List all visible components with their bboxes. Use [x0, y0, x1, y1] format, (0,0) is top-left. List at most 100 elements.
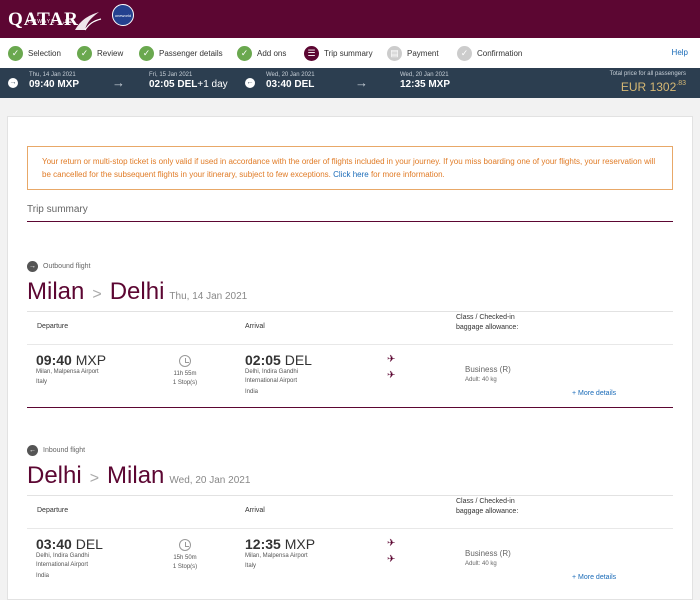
step-label: Review — [97, 48, 124, 58]
col-class-baggage: Class / Checked-in baggage allowance: — [456, 498, 519, 515]
trip-summary-panel: Your return or multi-stop ticket is only… — [7, 116, 693, 600]
step-confirmation: ✓ Confirmation — [457, 38, 522, 68]
outbound-title: Outbound flight — [43, 263, 91, 270]
strip-segment-1: Thu, 14 Jan 2021 09:40 MXP — [29, 72, 79, 90]
airport-code: DEL — [75, 536, 103, 552]
outbound-route: Milan > Delhi Thu, 14 Jan 2021 — [27, 278, 673, 306]
strip-date: Thu, 14 Jan 2021 — [29, 72, 76, 78]
oneworld-logo: oneworld — [112, 4, 134, 26]
step-trip-summary[interactable]: ☰ Trip summary — [304, 38, 373, 68]
baggage-allowance: Adult: 40 kg — [465, 377, 497, 383]
departure-time: 03:40 DEL — [36, 536, 103, 552]
flight-summary-strip: → Thu, 14 Jan 2021 09:40 MXP → Fri, 15 J… — [0, 68, 700, 98]
ticket-notice: Your return or multi-stop ticket is only… — [27, 146, 673, 190]
departure-arrow-icon: → — [8, 78, 18, 88]
route-origin: Delhi — [27, 462, 82, 489]
flight-duration: 11h 55m — [173, 371, 197, 377]
airport-code: MXP — [284, 536, 316, 552]
airport-code: MXP — [75, 352, 107, 368]
clock-icon — [179, 355, 191, 367]
col-arrival: Arrival — [245, 507, 265, 514]
step-label: Passenger details — [159, 48, 223, 58]
more-details-link[interactable]: + More details — [572, 574, 616, 581]
route-destination: Delhi — [109, 278, 165, 305]
arrow-right-icon: → — [112, 75, 125, 90]
step-add-ons[interactable]: ✓ Add ons — [237, 38, 286, 68]
inbound-flight-table: Departure Arrival Class / Checked-in bag… — [27, 495, 673, 581]
currency: EUR — [620, 80, 647, 94]
route-date: Thu, 14 Jan 2021 — [169, 291, 248, 302]
step-label: Payment — [407, 48, 439, 58]
price-amount: 1302 — [649, 80, 677, 94]
step-label: Trip summary — [324, 48, 373, 58]
outbound-arrow-icon: → — [27, 261, 38, 272]
arrival-time: 02:05 DEL — [245, 352, 312, 368]
strip-time: 02:05 DEL+1 day — [149, 79, 228, 90]
trip-summary-heading: Trip summary — [27, 204, 673, 222]
strip-time: 12:35 MXP — [400, 79, 451, 90]
check-icon: ✓ — [237, 45, 252, 61]
baggage-allowance: Adult: 40 kg — [465, 561, 497, 567]
route-date: Wed, 20 Jan 2021 — [169, 475, 251, 486]
booking-progress-steps: ✓ Selection ✓ Review ✓ Passenger details… — [0, 38, 700, 68]
step-review[interactable]: ✓ Review — [77, 38, 123, 68]
outbound-section: → Outbound flight Milan > Delhi Thu, 14 … — [27, 261, 673, 408]
inbound-title: Inbound flight — [43, 447, 86, 454]
flight-stops[interactable]: 1 Stop(s) — [165, 379, 205, 388]
departure-airport: Milan, Malpensa Airport — [36, 369, 99, 375]
notice-click-here-link[interactable]: Click here — [333, 170, 369, 179]
cabin-class: Business (R) — [465, 365, 511, 374]
time-value: 12:35 — [245, 536, 281, 552]
col-departure: Departure — [37, 507, 69, 514]
outbound-header: → Outbound flight — [27, 261, 673, 272]
arrival-country: India — [245, 389, 259, 395]
inbound-header: ← Inbound flight — [27, 445, 673, 456]
logo-subtitle: AIRWAYS القطرية — [26, 19, 75, 25]
time-value: 02:05 — [245, 352, 281, 368]
total-price-label: Total price for all passengers — [609, 71, 686, 77]
inbound-arrow-icon: ← — [27, 445, 38, 456]
help-link[interactable]: Help — [672, 48, 688, 57]
clock-icon — [179, 539, 191, 551]
check-icon: ✓ — [77, 45, 92, 61]
notice-tail: for more information. — [370, 170, 445, 179]
arrival-time: 12:35 MXP — [245, 536, 315, 552]
route-destination: Milan — [107, 462, 165, 489]
inbound-route: Delhi > Milan Wed, 20 Jan 2021 — [27, 462, 673, 490]
step-label: Add ons — [257, 48, 287, 58]
time-value: 09:40 — [36, 352, 72, 368]
arrival-country: Italy — [245, 563, 257, 569]
step-payment: ▤ Payment — [387, 38, 439, 68]
strip-date: Fri, 15 Jan 2021 — [149, 72, 193, 78]
return-arrow-icon: ← — [245, 78, 255, 88]
check-icon: ✓ — [139, 45, 154, 61]
payment-icon: ▤ — [387, 45, 402, 61]
flight-duration: 15h 50m — [173, 555, 197, 561]
route-origin: Milan — [27, 278, 85, 305]
step-passenger-details[interactable]: ✓ Passenger details — [139, 38, 223, 68]
col-departure: Departure — [37, 323, 69, 330]
inbound-section: ← Inbound flight Delhi > Milan Wed, 20 J… — [27, 445, 673, 581]
flight-stops[interactable]: 1 Stop(s) — [165, 563, 205, 572]
strip-date: Wed, 20 Jan 2021 — [266, 72, 315, 78]
strip-time-value: 02:05 DEL — [149, 79, 198, 90]
col-arrival: Arrival — [245, 323, 265, 330]
strip-time: 09:40 MXP — [29, 79, 80, 90]
more-details-link[interactable]: + More details — [572, 390, 616, 397]
strip-segment-3: Wed, 20 Jan 2021 03:40 DEL — [266, 72, 315, 90]
row-divider — [27, 528, 673, 529]
arrival-airport: Delhi, Indira Gandhi International Airpo… — [245, 369, 299, 384]
step-selection[interactable]: ✓ Selection — [8, 38, 61, 68]
airline-logo-icon: ✈ ✈ — [387, 354, 396, 381]
strip-day-offset: +1 day — [197, 79, 228, 90]
strip-segment-4: Wed, 20 Jan 2021 12:35 MXP — [400, 72, 450, 90]
section-divider — [27, 407, 673, 408]
total-price[interactable]: EUR 1302.83 — [621, 80, 686, 94]
top-header: QATAR AIRWAYS القطرية oneworld — [0, 0, 700, 38]
departure-country: Italy — [36, 379, 48, 385]
departure-country: India — [36, 573, 50, 579]
strip-time: 03:40 DEL — [266, 79, 315, 90]
outbound-flight-table: Departure Arrival Class / Checked-in bag… — [27, 311, 673, 408]
departure-airport: Delhi, Indira Gandhi International Airpo… — [36, 553, 90, 568]
departure-time: 09:40 MXP — [36, 352, 106, 368]
